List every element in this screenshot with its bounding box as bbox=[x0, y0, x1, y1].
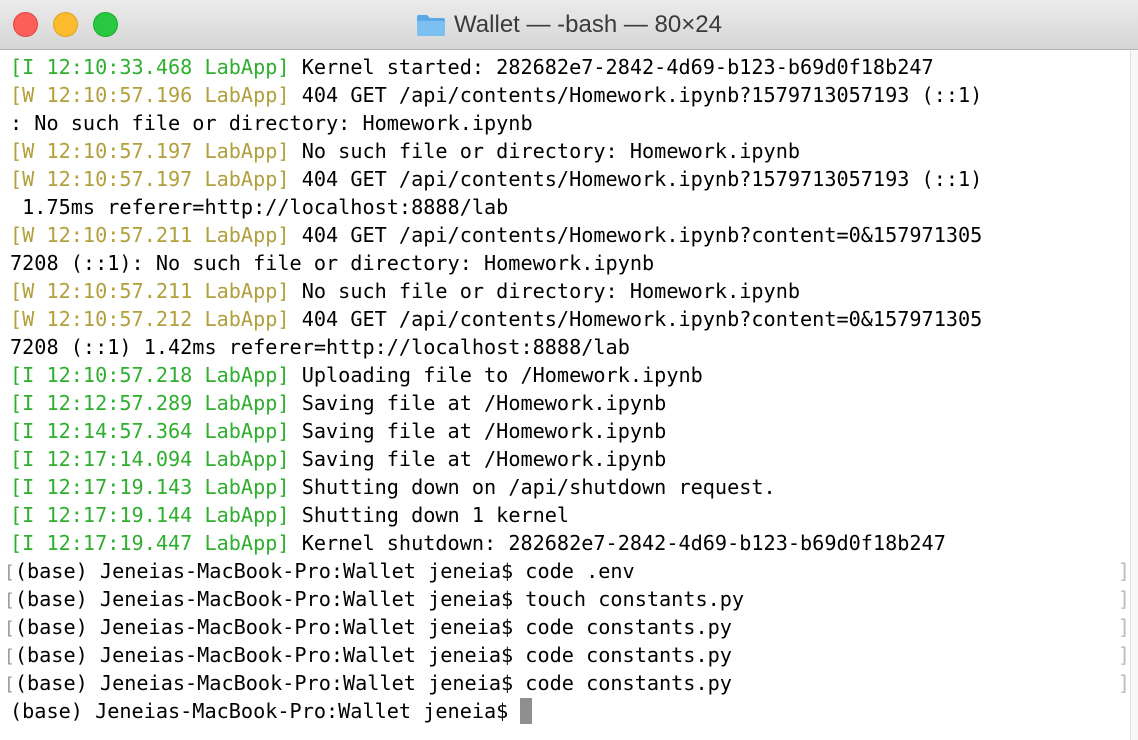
mark-left: [ bbox=[4, 646, 15, 667]
log-prefix: [W 12:10:57.197 LabApp] bbox=[10, 167, 290, 191]
prompt-line: [(base) Jeneias-MacBook-Pro:Wallet jenei… bbox=[4, 641, 1130, 669]
log-text: 404 GET /api/contents/Homework.ipynb?con… bbox=[289, 223, 983, 247]
mark-left: [ bbox=[4, 562, 15, 583]
prompt-text: (base) Jeneias-MacBook-Pro:Wallet jeneia… bbox=[14, 671, 732, 695]
log-prefix: [I 12:10:57.218 LabApp] bbox=[10, 363, 290, 387]
scrollbar[interactable] bbox=[1130, 50, 1138, 740]
log-text: 7208 (::1) 1.42ms referer=http://localho… bbox=[10, 335, 630, 359]
prompt-text: (base) Jeneias-MacBook-Pro:Wallet jeneia… bbox=[14, 559, 635, 583]
prompt-line: [(base) Jeneias-MacBook-Pro:Wallet jenei… bbox=[4, 669, 1130, 697]
log-prefix: [I 12:17:19.143 LabApp] bbox=[10, 475, 290, 499]
current-prompt-line[interactable]: (base) Jeneias-MacBook-Pro:Wallet jeneia… bbox=[10, 697, 1130, 725]
log-text: Uploading file to /Homework.ipynb bbox=[289, 363, 703, 387]
log-text: : No such file or directory: Homework.ip… bbox=[10, 111, 533, 135]
log-text: Kernel shutdown: 282682e7-2842-4d69-b123… bbox=[289, 531, 946, 555]
log-text: 7208 (::1): No such file or directory: H… bbox=[10, 251, 655, 275]
log-line: [I 12:17:14.094 LabApp] Saving file at /… bbox=[10, 445, 1130, 473]
log-prefix: [W 12:10:57.196 LabApp] bbox=[10, 83, 290, 107]
log-text: Kernel started: 282682e7-2842-4d69-b123-… bbox=[289, 55, 934, 79]
log-prefix: [W 12:10:57.212 LabApp] bbox=[10, 307, 290, 331]
log-prefix: [I 12:17:19.144 LabApp] bbox=[10, 503, 290, 527]
log-text: 404 GET /api/contents/Homework.ipynb?157… bbox=[289, 167, 983, 191]
mark-left: [ bbox=[4, 590, 15, 611]
log-prefix: [I 12:12:57.289 LabApp] bbox=[10, 391, 290, 415]
log-text: Saving file at /Homework.ipynb bbox=[289, 391, 667, 415]
log-line: 7208 (::1) 1.42ms referer=http://localho… bbox=[10, 333, 1130, 361]
window-title-group: Wallet — -bash — 80×24 bbox=[0, 0, 1138, 50]
log-line: [I 12:12:57.289 LabApp] Saving file at /… bbox=[10, 389, 1130, 417]
prompt-text: (base) Jeneias-MacBook-Pro:Wallet jeneia… bbox=[14, 615, 732, 639]
mark-right: ] bbox=[1117, 643, 1130, 667]
mark-right: ] bbox=[1117, 671, 1130, 695]
log-line: [W 12:10:57.211 LabApp] 404 GET /api/con… bbox=[10, 221, 1130, 249]
log-line: 7208 (::1): No such file or directory: H… bbox=[10, 249, 1130, 277]
log-text: 1.75ms referer=http://localhost:8888/lab bbox=[10, 195, 509, 219]
prompt-text: (base) Jeneias-MacBook-Pro:Wallet jeneia… bbox=[14, 643, 732, 667]
log-line: [I 12:17:19.143 LabApp] Shutting down on… bbox=[10, 473, 1130, 501]
title-bar[interactable]: Wallet — -bash — 80×24 bbox=[0, 0, 1138, 50]
log-text: Shutting down on /api/shutdown request. bbox=[289, 475, 776, 499]
current-prompt-text: (base) Jeneias-MacBook-Pro:Wallet jeneia… bbox=[10, 699, 521, 723]
log-line: [W 12:10:57.197 LabApp] No such file or … bbox=[10, 137, 1130, 165]
log-text: 404 GET /api/contents/Homework.ipynb?157… bbox=[289, 83, 983, 107]
prompt-line: [(base) Jeneias-MacBook-Pro:Wallet jenei… bbox=[4, 557, 1130, 585]
text-cursor bbox=[520, 698, 533, 724]
log-line: [I 12:10:33.468 LabApp] Kernel started: … bbox=[10, 53, 1130, 81]
log-line: [I 12:17:19.144 LabApp] Shutting down 1 … bbox=[10, 501, 1130, 529]
log-line: [I 12:17:19.447 LabApp] Kernel shutdown:… bbox=[10, 529, 1130, 557]
mark-left: [ bbox=[4, 618, 15, 639]
mark-right: ] bbox=[1117, 615, 1130, 639]
folder-icon bbox=[416, 13, 446, 37]
log-prefix: [I 12:10:33.468 LabApp] bbox=[10, 55, 290, 79]
log-line: [W 12:10:57.196 LabApp] 404 GET /api/con… bbox=[10, 81, 1130, 109]
terminal-output[interactable]: [I 12:10:33.468 LabApp] Kernel started: … bbox=[0, 53, 1130, 740]
log-line: : No such file or directory: Homework.ip… bbox=[10, 109, 1130, 137]
log-prefix: [W 12:10:57.197 LabApp] bbox=[10, 139, 290, 163]
mark-right: ] bbox=[1117, 559, 1130, 583]
log-line: [W 12:10:57.197 LabApp] 404 GET /api/con… bbox=[10, 165, 1130, 193]
log-line: 1.75ms referer=http://localhost:8888/lab bbox=[10, 193, 1130, 221]
log-line: [W 12:10:57.212 LabApp] 404 GET /api/con… bbox=[10, 305, 1130, 333]
log-text: Saving file at /Homework.ipynb bbox=[289, 447, 667, 471]
mark-right: ] bbox=[1117, 587, 1130, 611]
window-title: Wallet — -bash — 80×24 bbox=[454, 11, 722, 38]
prompt-line: [(base) Jeneias-MacBook-Pro:Wallet jenei… bbox=[4, 585, 1130, 613]
terminal-window: Wallet — -bash — 80×24 [I 12:10:33.468 L… bbox=[0, 0, 1138, 740]
log-prefix: [I 12:14:57.364 LabApp] bbox=[10, 419, 290, 443]
log-prefix: [W 12:10:57.211 LabApp] bbox=[10, 223, 290, 247]
prompt-line: [(base) Jeneias-MacBook-Pro:Wallet jenei… bbox=[4, 613, 1130, 641]
log-text: No such file or directory: Homework.ipyn… bbox=[289, 139, 801, 163]
log-line: [I 12:14:57.364 LabApp] Saving file at /… bbox=[10, 417, 1130, 445]
prompt-text: (base) Jeneias-MacBook-Pro:Wallet jeneia… bbox=[14, 587, 745, 611]
log-line: [W 12:10:57.211 LabApp] No such file or … bbox=[10, 277, 1130, 305]
log-prefix: [I 12:17:14.094 LabApp] bbox=[10, 447, 290, 471]
log-line: [I 12:10:57.218 LabApp] Uploading file t… bbox=[10, 361, 1130, 389]
log-prefix: [W 12:10:57.211 LabApp] bbox=[10, 279, 290, 303]
log-text: Saving file at /Homework.ipynb bbox=[289, 419, 667, 443]
log-prefix: [I 12:17:19.447 LabApp] bbox=[10, 531, 290, 555]
log-text: No such file or directory: Homework.ipyn… bbox=[289, 279, 801, 303]
log-text: Shutting down 1 kernel bbox=[289, 503, 570, 527]
mark-left: [ bbox=[4, 674, 15, 695]
log-text: 404 GET /api/contents/Homework.ipynb?con… bbox=[289, 307, 983, 331]
